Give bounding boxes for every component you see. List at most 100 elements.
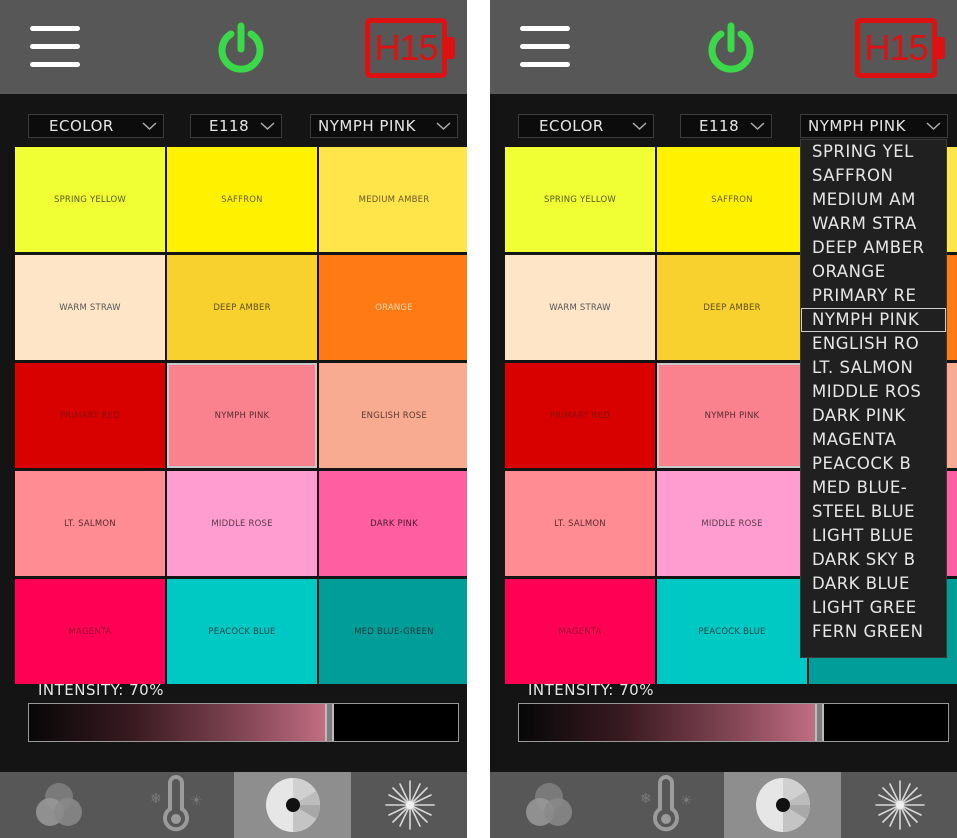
tab-temperature[interactable]: ❄ ☀ xyxy=(117,772,234,838)
color-swatch[interactable]: LT. SALMON xyxy=(15,471,165,576)
color-swatch[interactable]: MEDIUM AMBER xyxy=(319,147,467,252)
intensity-slider[interactable] xyxy=(28,703,459,742)
battery-terminal xyxy=(447,37,455,59)
dropdown-option[interactable]: ORANGE xyxy=(801,260,946,284)
color-swatch[interactable]: SAFFRON xyxy=(167,147,317,252)
battery-indicator[interactable]: H15 xyxy=(365,18,455,78)
dropdown-option[interactable]: DARK PINK xyxy=(801,404,946,428)
intensity-label: INTENSITY: 70% xyxy=(528,681,654,699)
dropdown-option[interactable]: FERN GREEN xyxy=(801,620,946,644)
color-swatch[interactable]: ORANGE xyxy=(319,255,467,360)
tab-gel-wheel[interactable] xyxy=(234,772,351,838)
intensity-label: INTENSITY: 70% xyxy=(38,681,164,699)
dropdown-option[interactable]: PRIMARY RE xyxy=(801,284,946,308)
dropdown-option[interactable]: MED BLUE- xyxy=(801,476,946,500)
power-icon[interactable] xyxy=(705,22,757,74)
dropdown-option[interactable]: DARK SKY B xyxy=(801,548,946,572)
color-mix-icon xyxy=(525,783,572,826)
filter-type-value: ECOLOR xyxy=(49,117,114,135)
gel-color-dropdown[interactable]: NYMPH PINK xyxy=(310,114,458,138)
battery-indicator[interactable]: H15 xyxy=(855,18,945,78)
color-swatch-label: MIDDLE ROSE xyxy=(701,518,763,529)
power-icon[interactable] xyxy=(215,22,267,74)
color-swatch[interactable]: PRIMARY RED xyxy=(505,363,655,468)
color-swatch[interactable]: SPRING YELLOW xyxy=(15,147,165,252)
tab-color-mix[interactable] xyxy=(0,772,117,838)
color-swatch[interactable]: MAGENTA xyxy=(15,579,165,684)
color-swatch[interactable]: WARM STRAW xyxy=(505,255,655,360)
color-swatch-label: SPRING YELLOW xyxy=(543,194,616,205)
app-header: H15 xyxy=(0,0,467,94)
color-swatch[interactable]: NYMPH PINK xyxy=(657,363,807,468)
chevron-down-icon xyxy=(260,122,275,131)
tab-temperature[interactable]: ❄ ☀ xyxy=(607,772,724,838)
color-swatch[interactable]: DEEP AMBER xyxy=(167,255,317,360)
color-swatch-label: MED BLUE-GREEN xyxy=(354,626,434,637)
bottom-tab-bar: ❄ ☀ xyxy=(490,772,957,838)
color-swatch[interactable]: MIDDLE ROSE xyxy=(167,471,317,576)
tab-gel-wheel[interactable] xyxy=(724,772,841,838)
gel-code-dropdown[interactable]: E118 xyxy=(680,114,772,138)
color-swatch[interactable]: MIDDLE ROSE xyxy=(657,471,807,576)
dropdown-option[interactable]: DEEP AMBER xyxy=(801,236,946,260)
app-header: H15 xyxy=(490,0,957,94)
chevron-down-icon xyxy=(142,122,157,131)
intensity-slider-fill xyxy=(29,704,330,741)
dropdown-option[interactable]: MEDIUM AM xyxy=(801,188,946,212)
color-swatch[interactable]: SPRING YELLOW xyxy=(505,147,655,252)
color-swatch[interactable]: MAGENTA xyxy=(505,579,655,684)
dropdown-option[interactable]: DARK BLUE xyxy=(801,572,946,596)
color-swatch-label: PRIMARY RED xyxy=(550,410,610,421)
dropdown-option[interactable]: NYMPH PINK xyxy=(801,308,946,332)
chevron-down-icon xyxy=(926,122,941,131)
chevron-down-icon xyxy=(750,122,765,131)
menu-icon[interactable] xyxy=(520,26,570,68)
color-swatch[interactable]: WARM STRAW xyxy=(15,255,165,360)
color-swatch[interactable]: PEACOCK BLUE xyxy=(657,579,807,684)
color-swatch[interactable]: MED BLUE-GREEN xyxy=(319,579,467,684)
gel-code-value: E118 xyxy=(699,117,740,135)
svg-text:☀: ☀ xyxy=(680,793,693,809)
filter-type-dropdown[interactable]: ECOLOR xyxy=(28,114,164,138)
chevron-down-icon xyxy=(632,122,647,131)
dropdown-option[interactable]: MIDDLE ROS xyxy=(801,380,946,404)
color-swatch[interactable]: LT. SALMON xyxy=(505,471,655,576)
gel-color-value: NYMPH PINK xyxy=(808,117,906,135)
gel-color-dropdown[interactable]: NYMPH PINK xyxy=(800,114,948,138)
intensity-slider-thumb[interactable] xyxy=(815,704,825,741)
dropdown-option[interactable]: LT. SALMON xyxy=(801,356,946,380)
color-swatch-label: MIDDLE ROSE xyxy=(211,518,273,529)
intensity-slider[interactable] xyxy=(518,703,949,742)
color-swatch[interactable]: ENGLISH ROSE xyxy=(319,363,467,468)
dropdown-option[interactable]: PEACOCK B xyxy=(801,452,946,476)
tab-color-mix[interactable] xyxy=(490,772,607,838)
dropdown-option[interactable]: LIGHT BLUE xyxy=(801,524,946,548)
app-screen-default: H15 ECOLOR E118 NYMPH PINK SPRING YELLOW… xyxy=(0,0,467,838)
tab-effects[interactable] xyxy=(351,772,467,838)
dropdown-option[interactable]: STEEL BLUE xyxy=(801,500,946,524)
dropdown-option[interactable]: SPRING YEL xyxy=(801,140,946,164)
color-swatch[interactable]: SAFFRON xyxy=(657,147,807,252)
color-swatch[interactable]: DEEP AMBER xyxy=(657,255,807,360)
battery-body: H15 xyxy=(365,18,447,78)
filter-type-dropdown[interactable]: ECOLOR xyxy=(518,114,654,138)
dropdown-option[interactable]: MAGENTA xyxy=(801,428,946,452)
color-swatch[interactable]: PRIMARY RED xyxy=(15,363,165,468)
dropdown-option[interactable]: LIGHT GREE xyxy=(801,596,946,620)
thermometer-icon: ❄ ☀ xyxy=(150,775,202,832)
menu-icon[interactable] xyxy=(30,26,80,68)
dropdown-option[interactable]: WARM STRA xyxy=(801,212,946,236)
gel-code-dropdown[interactable]: E118 xyxy=(190,114,282,138)
dropdown-option[interactable]: SAFFRON xyxy=(801,164,946,188)
color-swatch-label: DARK PINK xyxy=(370,518,418,529)
svg-text:❄: ❄ xyxy=(640,791,652,807)
dropdown-option[interactable]: ENGLISH RO xyxy=(801,332,946,356)
color-swatch-label: PEACOCK BLUE xyxy=(698,626,766,637)
bottom-tab-bar: ❄ ☀ xyxy=(0,772,467,838)
color-swatch[interactable]: NYMPH PINK xyxy=(167,363,317,468)
gel-color-dropdown-list: SPRING YEL SAFFRON MEDIUM AM WARM STRA DEEP … xyxy=(800,139,947,658)
color-swatch[interactable]: DARK PINK xyxy=(319,471,467,576)
tab-effects[interactable] xyxy=(841,772,957,838)
color-swatch[interactable]: PEACOCK BLUE xyxy=(167,579,317,684)
intensity-slider-thumb[interactable] xyxy=(325,704,335,741)
